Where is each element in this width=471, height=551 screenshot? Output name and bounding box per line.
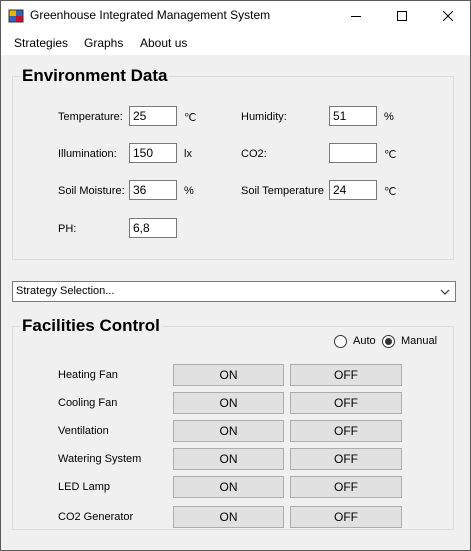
heating-fan-on-button[interactable]: ON: [173, 364, 284, 386]
led-lamp-on-button[interactable]: ON: [173, 476, 284, 498]
heating-fan-off-button[interactable]: OFF: [290, 364, 402, 386]
cooling-fan-off-button[interactable]: OFF: [290, 392, 402, 414]
temperature-field[interactable]: 25: [129, 106, 177, 126]
illumination-unit: lx: [184, 148, 192, 160]
close-button[interactable]: [425, 0, 471, 31]
facilities-control-title: Facilities Control: [20, 316, 162, 336]
strategy-select-value: Strategy Selection...: [16, 285, 115, 297]
co2-generator-off-button[interactable]: OFF: [290, 506, 402, 528]
led-lamp-off-button[interactable]: OFF: [290, 476, 402, 498]
close-icon: [443, 10, 453, 21]
soil-temperature-unit: ℃: [384, 186, 397, 198]
menu-graphs[interactable]: Graphs: [84, 36, 123, 50]
ph-field[interactable]: 6,8: [129, 218, 177, 238]
environment-data-title: Environment Data: [20, 66, 170, 86]
facility-label: Heating Fan: [58, 369, 118, 381]
manual-radio-circle[interactable]: [382, 335, 395, 348]
manual-radio-label: Manual: [401, 335, 438, 347]
watering-system-on-button[interactable]: ON: [173, 448, 284, 470]
cooling-fan-on-button[interactable]: ON: [173, 392, 284, 414]
maximize-icon: [397, 10, 407, 21]
strategy-select[interactable]: Strategy Selection...: [12, 281, 456, 302]
illumination-field[interactable]: 150: [129, 143, 177, 163]
minimize-button[interactable]: [333, 0, 379, 31]
facility-label: CO2 Generator: [58, 511, 134, 523]
title-bar[interactable]: Greenhouse Integrated Management System: [0, 0, 471, 31]
temperature-unit: ℃: [184, 112, 197, 124]
soil-temperature-field[interactable]: 24: [329, 180, 377, 200]
ventilation-on-button[interactable]: ON: [173, 420, 284, 442]
ph-label: PH:: [58, 223, 77, 235]
auto-radio[interactable]: Auto: [334, 334, 384, 348]
humidity-field[interactable]: 51: [329, 106, 377, 126]
soil-moisture-field[interactable]: 36: [129, 180, 177, 200]
facility-label: LED Lamp: [58, 481, 110, 493]
minimize-icon: [351, 15, 361, 17]
menu-strategies[interactable]: Strategies: [14, 36, 68, 50]
facility-label: Watering System: [58, 453, 142, 465]
auto-radio-label: Auto: [353, 335, 376, 347]
temperature-label: Temperature:: [58, 111, 123, 123]
co2-label: CO2:: [241, 148, 267, 160]
facility-label: Cooling Fan: [58, 397, 118, 409]
illumination-label: Illumination:: [58, 148, 117, 160]
menu-bar: [0, 31, 471, 55]
soil-moisture-unit: %: [184, 185, 194, 197]
app-icon: [8, 8, 24, 24]
menu-about-us[interactable]: About us: [140, 36, 187, 50]
ventilation-off-button[interactable]: OFF: [290, 420, 402, 442]
co2-field[interactable]: [329, 143, 377, 163]
watering-system-off-button[interactable]: OFF: [290, 448, 402, 470]
soil-temperature-label: Soil Temperature: [241, 185, 324, 197]
chevron-down-icon: [440, 286, 450, 296]
facility-label: Ventilation: [58, 425, 109, 437]
environment-data-group: [12, 76, 454, 260]
humidity-label: Humidity:: [241, 111, 287, 123]
maximize-button[interactable]: [379, 0, 425, 31]
auto-radio-circle[interactable]: [334, 335, 347, 348]
humidity-unit: %: [384, 111, 394, 123]
manual-radio[interactable]: Manual: [382, 334, 442, 348]
window-title: Greenhouse Integrated Management System: [30, 8, 271, 22]
soil-moisture-label: Soil Moisture:: [58, 185, 125, 197]
co2-unit: ℃: [384, 149, 397, 161]
co2-generator-on-button[interactable]: ON: [173, 506, 284, 528]
